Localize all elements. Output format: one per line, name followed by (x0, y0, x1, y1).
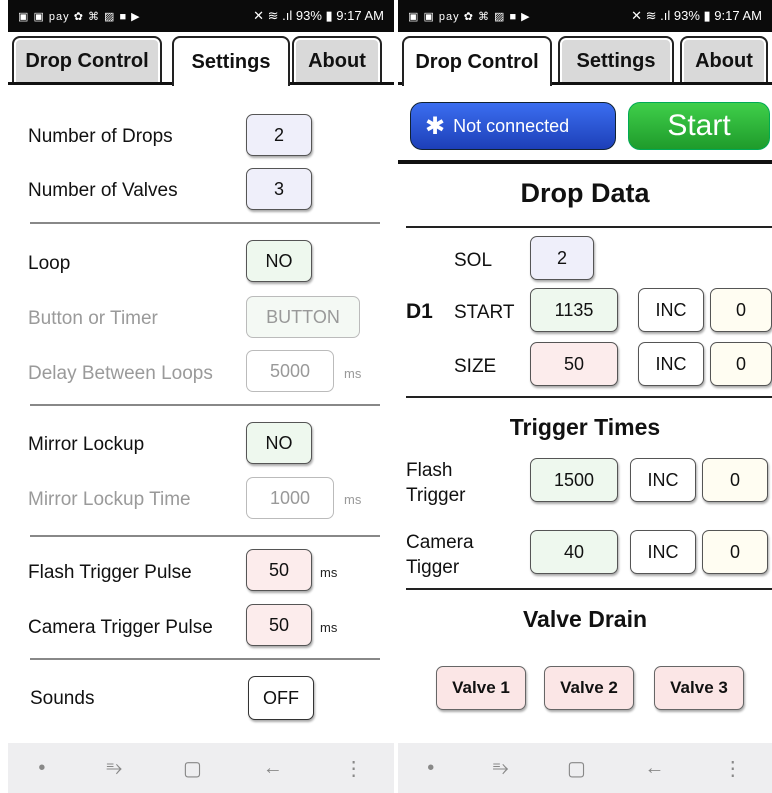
bluetooth-icon: ✱ (425, 112, 446, 140)
tab-drop-control[interactable]: Drop Control (12, 36, 162, 84)
camera-pulse-unit: ms (320, 620, 338, 635)
back-icon[interactable]: ← (644, 757, 664, 780)
home-icon[interactable]: ▢ (567, 756, 586, 781)
flash-inc-button[interactable]: INC (630, 458, 696, 502)
drop-id-label: D1 (406, 300, 433, 323)
tab-settings[interactable]: Settings (172, 36, 290, 86)
mirror-time-unit: ms (344, 492, 362, 507)
start-field[interactable]: 1135 (530, 288, 618, 332)
drop-data-title: Drop Data (520, 178, 650, 208)
num-valves-label: Number of Valves (28, 180, 178, 201)
mirror-lockup-toggle[interactable]: NO (246, 422, 312, 464)
delay-field[interactable]: 5000 (246, 350, 334, 392)
valve-drain-title: Valve Drain (522, 606, 648, 632)
status-bar: ▣ ▣ pay ✿ ⌘ ▨ ■ ▶ ✕ ≋ .ıl 93% ▮ 9:17 AM (8, 0, 394, 32)
camera-pulse-label: Camera Trigger Pulse (28, 617, 213, 638)
valve-1-button[interactable]: Valve 1 (436, 666, 526, 710)
camera-inc-button[interactable]: INC (630, 530, 696, 574)
nav-bar: • ⥱ ▢ ← ⋮ (398, 743, 772, 793)
camera-inc-field[interactable]: 0 (702, 530, 768, 574)
valve-3-button[interactable]: Valve 3 (654, 666, 744, 710)
tab-settings[interactable]: Settings (558, 36, 674, 84)
size-inc-button[interactable]: INC (638, 342, 704, 386)
divider (406, 226, 772, 228)
camera-trigger-label-line1: Camera (406, 532, 474, 553)
settings-screen: ▣ ▣ pay ✿ ⌘ ▨ ■ ▶ ✕ ≋ .ıl 93% ▮ 9:17 AM … (8, 0, 394, 793)
bluetooth-status: Not connected (453, 115, 570, 136)
notification-icons: ▣ ▣ pay ✿ ⌘ ▨ ■ ▶ (408, 10, 531, 23)
start-inc-field[interactable]: 0 (710, 288, 772, 332)
start-button[interactable]: Start (628, 102, 770, 150)
flash-trigger-label-line1: Flash (406, 460, 453, 481)
size-inc-field[interactable]: 0 (710, 342, 772, 386)
button-timer-field[interactable]: BUTTON (246, 296, 360, 338)
divider (30, 658, 380, 660)
sol-field[interactable]: 2 (530, 236, 594, 280)
status-right: ✕ ≋ .ıl 93% ▮ 9:17 AM (253, 8, 384, 23)
delay-label: Delay Between Loops (28, 363, 213, 384)
drop-control-screen: ▣ ▣ pay ✿ ⌘ ▨ ■ ▶ ✕ ≋ .ıl 93% ▮ 9:17 AM … (398, 0, 772, 793)
mirror-lockup-label: Mirror Lockup (28, 434, 145, 455)
menu-icon[interactable]: ⋮ (723, 756, 743, 781)
tab-about[interactable]: About (292, 36, 382, 84)
loop-label: Loop (28, 253, 71, 274)
flash-pulse-unit: ms (320, 565, 338, 580)
num-drops-field[interactable]: 2 (246, 114, 312, 156)
valve-2-button[interactable]: Valve 2 (544, 666, 634, 710)
back-icon[interactable]: ← (263, 757, 283, 780)
divider (30, 404, 380, 406)
start-row-label: START (454, 302, 515, 323)
mirror-time-label: Mirror Lockup Time (28, 489, 191, 510)
loop-toggle[interactable]: NO (246, 240, 312, 282)
divider (406, 588, 772, 590)
home-icon[interactable]: ▢ (183, 756, 202, 781)
dot-icon: • (427, 756, 435, 779)
sol-label: SOL (454, 250, 493, 271)
nav-bar: • ⥱ ▢ ← ⋮ (8, 743, 394, 793)
divider (406, 396, 772, 398)
sounds-toggle[interactable]: OFF (248, 676, 314, 720)
bluetooth-button[interactable]: ✱ Not connected (410, 102, 616, 150)
notification-icons: ▣ ▣ pay ✿ ⌘ ▨ ■ ▶ (18, 10, 141, 23)
sounds-label: Sounds (30, 688, 95, 709)
mirror-time-field[interactable]: 1000 (246, 477, 334, 519)
divider (398, 160, 772, 164)
divider (30, 222, 380, 224)
menu-icon[interactable]: ⋮ (344, 756, 364, 781)
button-timer-label: Button or Timer (28, 308, 158, 329)
size-field[interactable]: 50 (530, 342, 618, 386)
recents-icon[interactable]: ⥱ (493, 757, 509, 780)
delay-unit: ms (344, 366, 362, 381)
tab-bar: Drop Control Settings About (398, 36, 772, 86)
size-label: SIZE (454, 356, 497, 377)
divider (30, 535, 380, 537)
flash-pulse-field[interactable]: 50 (246, 549, 312, 591)
num-drops-label: Number of Drops (28, 126, 173, 147)
camera-trigger-label-line2: Tigger (406, 557, 460, 578)
tab-bar: Drop Control Settings About (8, 36, 394, 86)
tab-about[interactable]: About (680, 36, 768, 84)
status-right: ✕ ≋ .ıl 93% ▮ 9:17 AM (631, 8, 762, 23)
flash-trigger-field[interactable]: 1500 (530, 458, 618, 502)
recents-icon[interactable]: ⥱ (106, 757, 122, 780)
status-bar: ▣ ▣ pay ✿ ⌘ ▨ ■ ▶ ✕ ≋ .ıl 93% ▮ 9:17 AM (398, 0, 772, 32)
trigger-times-title: Trigger Times (509, 414, 661, 440)
flash-trigger-label-line2: Trigger (406, 485, 466, 506)
flash-pulse-label: Flash Trigger Pulse (28, 562, 192, 583)
start-inc-button[interactable]: INC (638, 288, 704, 332)
camera-pulse-field[interactable]: 50 (246, 604, 312, 646)
num-valves-field[interactable]: 3 (246, 168, 312, 210)
flash-inc-field[interactable]: 0 (702, 458, 768, 502)
tab-drop-control[interactable]: Drop Control (402, 36, 552, 86)
dot-icon: • (38, 756, 46, 779)
camera-trigger-field[interactable]: 40 (530, 530, 618, 574)
